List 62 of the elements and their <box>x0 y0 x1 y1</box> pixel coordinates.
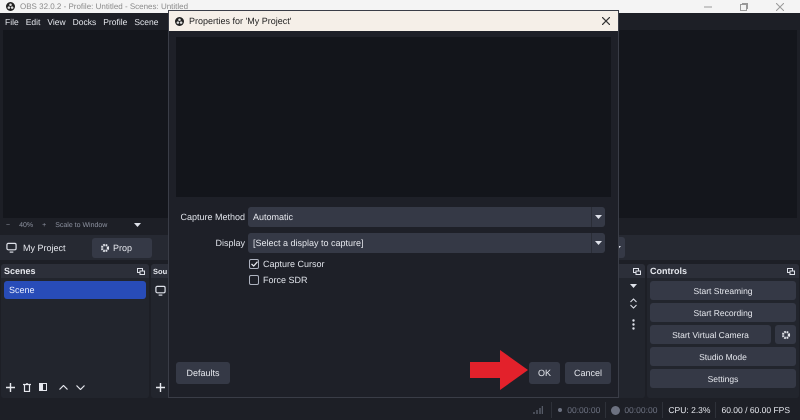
checkbox[interactable] <box>249 275 259 285</box>
fps-readout: 60.00 / 60.00 FPS <box>721 405 790 415</box>
menu-item[interactable]: View <box>47 16 66 26</box>
caret-icon <box>134 223 142 227</box>
signal-icon <box>533 406 544 414</box>
up-icon[interactable] <box>59 384 68 390</box>
panel-title: Scenes <box>4 266 36 276</box>
down-icon[interactable] <box>76 384 85 390</box>
gear-icon <box>100 242 110 252</box>
caret-icon <box>595 215 602 219</box>
more-icon[interactable] <box>632 319 634 330</box>
menu-item[interactable]: Docks <box>72 16 96 26</box>
minimize-icon[interactable] <box>704 6 712 8</box>
defaults-button[interactable]: Defaults <box>176 362 230 384</box>
menu-item[interactable]: Edit <box>26 16 40 26</box>
arrow-icon <box>470 350 528 390</box>
dialog-title: Properties for 'My Project' <box>189 16 292 26</box>
settings-button[interactable] <box>775 325 796 344</box>
maximize-icon[interactable] <box>740 2 748 10</box>
properties-button[interactable]: Prop <box>92 238 152 258</box>
menu-item[interactable]: Profile <box>103 16 128 26</box>
select-field[interactable]: [Select a display to capture] <box>248 233 605 253</box>
streaming-icon <box>557 407 564 413</box>
window-title: OBS 32.0.2 - Profile: Untitled - Scenes: Untitled <box>20 2 188 11</box>
panel-title: Controls <box>650 266 687 276</box>
ok-button[interactable]: OK <box>529 362 560 384</box>
control-button[interactable]: Studio Mode <box>650 347 796 366</box>
undock-icon[interactable] <box>787 268 795 274</box>
caret-icon <box>595 241 602 245</box>
select-field[interactable]: Automatic <box>248 207 605 227</box>
add-icon[interactable] <box>6 382 15 392</box>
control-button[interactable]: Start Recording <box>650 303 796 322</box>
field-label: Display <box>214 238 246 248</box>
undock-icon[interactable] <box>137 268 145 274</box>
checkbox-label: Force SDR <box>263 275 308 285</box>
streaming-time: 00:00:00 <box>567 405 600 415</box>
source-name: My Project <box>23 242 67 252</box>
cancel-button[interactable]: Cancel <box>565 362 611 384</box>
filter-icon[interactable] <box>39 383 47 391</box>
control-button[interactable]: Start Streaming <box>650 281 796 300</box>
record-icon <box>611 406 620 414</box>
control-button[interactable]: Start Virtual Camera <box>650 325 771 344</box>
undock-icon[interactable] <box>633 268 641 274</box>
recording-time: 00:00:00 <box>624 405 658 415</box>
caret-icon <box>630 284 636 288</box>
app-logo-icon <box>6 2 15 11</box>
monitor-icon <box>6 242 17 253</box>
scene-item[interactable]: Scene <box>4 281 146 299</box>
app-logo-icon <box>175 16 184 26</box>
checkbox[interactable] <box>249 259 259 269</box>
monitor-icon <box>155 285 166 296</box>
cpu-usage: CPU: 2.3% <box>668 405 710 415</box>
checkbox-label: Capture Cursor <box>263 259 325 269</box>
up-down-icon[interactable] <box>630 298 636 309</box>
menu-item[interactable]: Scene <box>134 16 158 26</box>
gear-icon <box>780 330 790 340</box>
field-label: Capture Method <box>179 212 246 222</box>
trash-icon[interactable] <box>23 382 31 392</box>
add-icon[interactable] <box>156 382 165 392</box>
control-button[interactable]: Settings <box>650 369 796 388</box>
menu-item[interactable]: File <box>5 16 19 26</box>
close-icon[interactable] <box>602 17 610 25</box>
